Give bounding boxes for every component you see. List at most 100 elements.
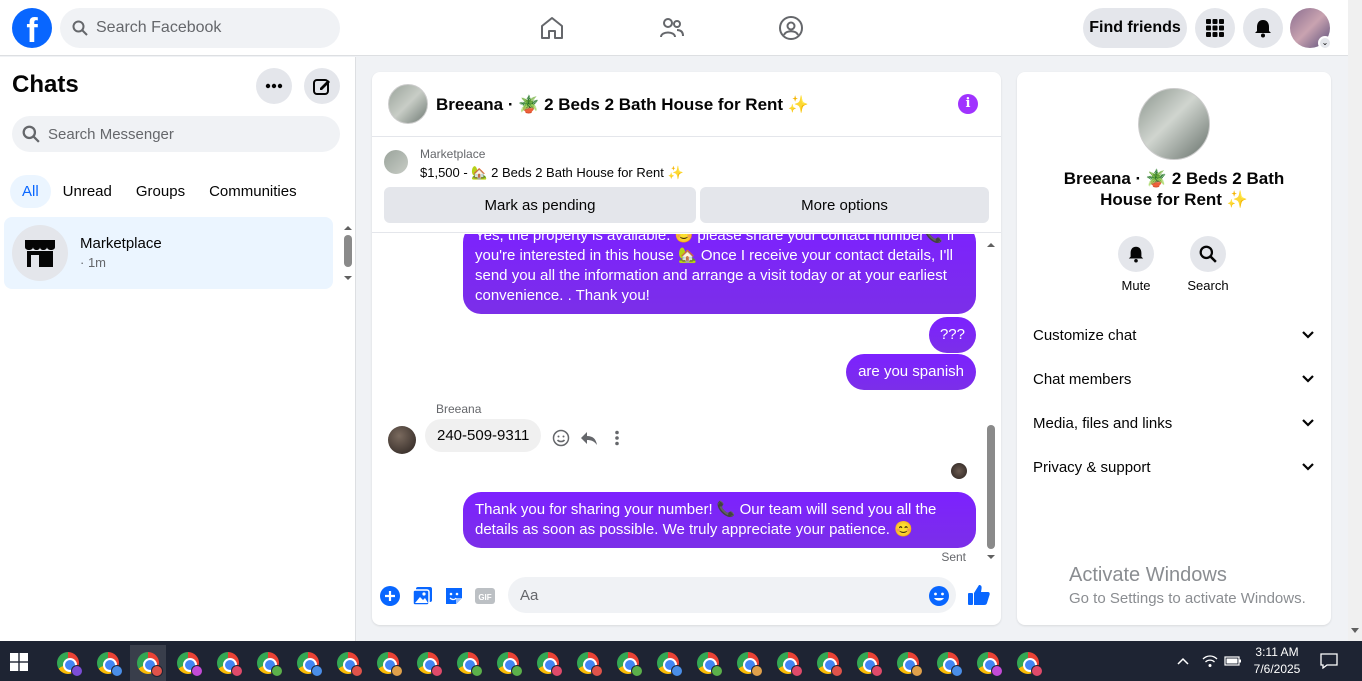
marketplace-listing-bar: Marketplace $1,500 - 🏡 2 Beds 2 Bath Hou… xyxy=(372,138,1001,233)
chrome-taskbar-icon[interactable] xyxy=(410,645,446,681)
chrome-taskbar-icon[interactable] xyxy=(250,645,286,681)
chrome-taskbar-icon[interactable] xyxy=(130,645,166,681)
chrome-taskbar-icon[interactable] xyxy=(810,645,846,681)
chrome-taskbar-icon[interactable] xyxy=(650,645,686,681)
chrome-icon xyxy=(417,652,443,677)
notification-center-icon[interactable] xyxy=(1320,641,1338,681)
system-clock[interactable]: 3:11 AM 7/6/2025 xyxy=(1245,644,1309,678)
home-icon[interactable] xyxy=(536,12,568,44)
outgoing-message[interactable]: Yes, the property is available. 😊 please… xyxy=(463,234,976,314)
outgoing-message[interactable]: are you spanish xyxy=(846,354,976,390)
chrome-taskbar-icon[interactable] xyxy=(450,645,486,681)
outgoing-message[interactable]: Thank you for sharing your number! 📞 Our… xyxy=(463,492,976,548)
profile-badge-icon xyxy=(791,665,803,677)
thumbs-up-icon[interactable] xyxy=(967,583,991,607)
chrome-icon xyxy=(377,652,403,677)
chrome-icon xyxy=(177,652,203,677)
chrome-icon xyxy=(777,652,803,677)
clock-time: 3:11 AM xyxy=(1255,645,1299,659)
sticker-icon[interactable] xyxy=(443,585,465,607)
conversation-panel: Breeana · 🪴 2 Beds 2 Bath House for Rent… xyxy=(372,72,1001,625)
incoming-message[interactable]: 240-509-9311 xyxy=(425,419,542,452)
gif-icon[interactable]: GIF xyxy=(474,585,496,607)
groups-icon[interactable] xyxy=(775,12,807,44)
windows-start-icon[interactable] xyxy=(10,653,28,671)
chrome-taskbar-icon[interactable] xyxy=(730,645,766,681)
filter-groups[interactable]: Groups xyxy=(124,175,197,208)
sidebar-scrollbar[interactable] xyxy=(343,221,353,287)
section-label: Customize chat xyxy=(1033,326,1137,344)
friends-icon[interactable] xyxy=(656,12,688,44)
windows-taskbar: 3:11 AM 7/6/2025 xyxy=(0,641,1362,681)
conversation-title[interactable]: Breeana · 🪴 2 Beds 2 Bath House for Rent… xyxy=(436,95,809,115)
search-conversation-button[interactable]: Search xyxy=(1178,236,1238,293)
chrome-taskbar-icon[interactable] xyxy=(50,645,86,681)
filter-all[interactable]: All xyxy=(10,175,51,208)
filter-communities[interactable]: Communities xyxy=(197,175,309,208)
mute-button[interactable]: Mute xyxy=(1106,236,1166,293)
messenger-search-input[interactable]: Search Messenger xyxy=(12,116,340,152)
section-media-files-links[interactable]: Media, files and links xyxy=(1033,401,1315,445)
chrome-taskbar-icon[interactable] xyxy=(570,645,606,681)
new-message-icon[interactable] xyxy=(304,68,340,104)
conversation-scrollbar[interactable] xyxy=(986,239,996,565)
emoji-icon[interactable] xyxy=(928,585,950,607)
search-placeholder: Search Facebook xyxy=(96,19,222,36)
chrome-icon xyxy=(697,652,723,677)
section-chat-members[interactable]: Chat members xyxy=(1033,357,1315,401)
menu-grid-icon[interactable] xyxy=(1195,8,1235,48)
page-scrollbar[interactable] xyxy=(1348,0,1362,641)
chrome-taskbar-icon[interactable] xyxy=(850,645,886,681)
message-input[interactable]: Aa xyxy=(508,577,956,613)
profile-badge-icon xyxy=(871,665,883,677)
chrome-taskbar-icon[interactable] xyxy=(970,645,1006,681)
chrome-taskbar-icon[interactable] xyxy=(490,645,526,681)
chrome-icon xyxy=(257,652,283,677)
mark-as-pending-button[interactable]: Mark as pending xyxy=(384,187,696,223)
battery-icon[interactable] xyxy=(1224,641,1242,681)
chrome-taskbar-icon[interactable] xyxy=(330,645,366,681)
find-friends-button[interactable]: Find friends xyxy=(1083,8,1187,48)
section-label: Privacy & support xyxy=(1033,458,1151,476)
chrome-taskbar-icon[interactable] xyxy=(690,645,726,681)
show-hidden-icons-icon[interactable] xyxy=(1176,641,1190,681)
plus-icon[interactable] xyxy=(379,585,401,607)
more-options-icon[interactable] xyxy=(256,68,292,104)
chrome-icon xyxy=(577,652,603,677)
facebook-search-input[interactable]: Search Facebook xyxy=(60,8,340,48)
chat-list-item[interactable]: Marketplace · 1m xyxy=(4,217,333,289)
more-vertical-icon[interactable] xyxy=(608,429,626,447)
react-emoji-icon[interactable] xyxy=(552,429,570,447)
account-avatar[interactable]: ⌄ xyxy=(1290,8,1332,50)
chrome-taskbar-icon[interactable] xyxy=(930,645,966,681)
sender-avatar[interactable] xyxy=(388,426,416,454)
info-icon[interactable]: i xyxy=(958,94,978,114)
profile-avatar[interactable] xyxy=(1138,88,1210,160)
chrome-taskbar-icon[interactable] xyxy=(1010,645,1046,681)
listing-thumbnail[interactable] xyxy=(384,150,408,174)
filter-unread[interactable]: Unread xyxy=(51,175,124,208)
chrome-taskbar-icon[interactable] xyxy=(530,645,566,681)
section-privacy-support[interactable]: Privacy & support xyxy=(1033,445,1315,489)
outgoing-message[interactable]: ??? xyxy=(928,317,976,353)
search-placeholder: Search Messenger xyxy=(48,125,174,143)
section-customize-chat[interactable]: Customize chat xyxy=(1033,313,1315,357)
network-icon[interactable] xyxy=(1202,641,1218,681)
chrome-taskbar-icon[interactable] xyxy=(890,645,926,681)
chrome-taskbar-icon[interactable] xyxy=(210,645,246,681)
conversation-avatar[interactable] xyxy=(388,84,428,124)
chrome-taskbar-icon[interactable] xyxy=(170,645,206,681)
chrome-taskbar-icon[interactable] xyxy=(770,645,806,681)
facebook-logo-icon[interactable]: f xyxy=(12,8,52,48)
clock-date: 7/6/2025 xyxy=(1253,662,1301,676)
notifications-bell-icon[interactable] xyxy=(1243,8,1283,48)
chrome-taskbar-icon[interactable] xyxy=(90,645,126,681)
chrome-taskbar-icon[interactable] xyxy=(290,645,326,681)
chrome-taskbar-icon[interactable] xyxy=(610,645,646,681)
listing-price-title[interactable]: $1,500 - 🏡 2 Beds 2 Bath House for Rent … xyxy=(420,165,684,181)
more-options-button[interactable]: More options xyxy=(700,187,989,223)
chrome-taskbar-icon[interactable] xyxy=(370,645,406,681)
photo-icon[interactable] xyxy=(412,585,434,607)
reply-icon[interactable] xyxy=(580,429,598,447)
chrome-icon xyxy=(1017,652,1043,677)
